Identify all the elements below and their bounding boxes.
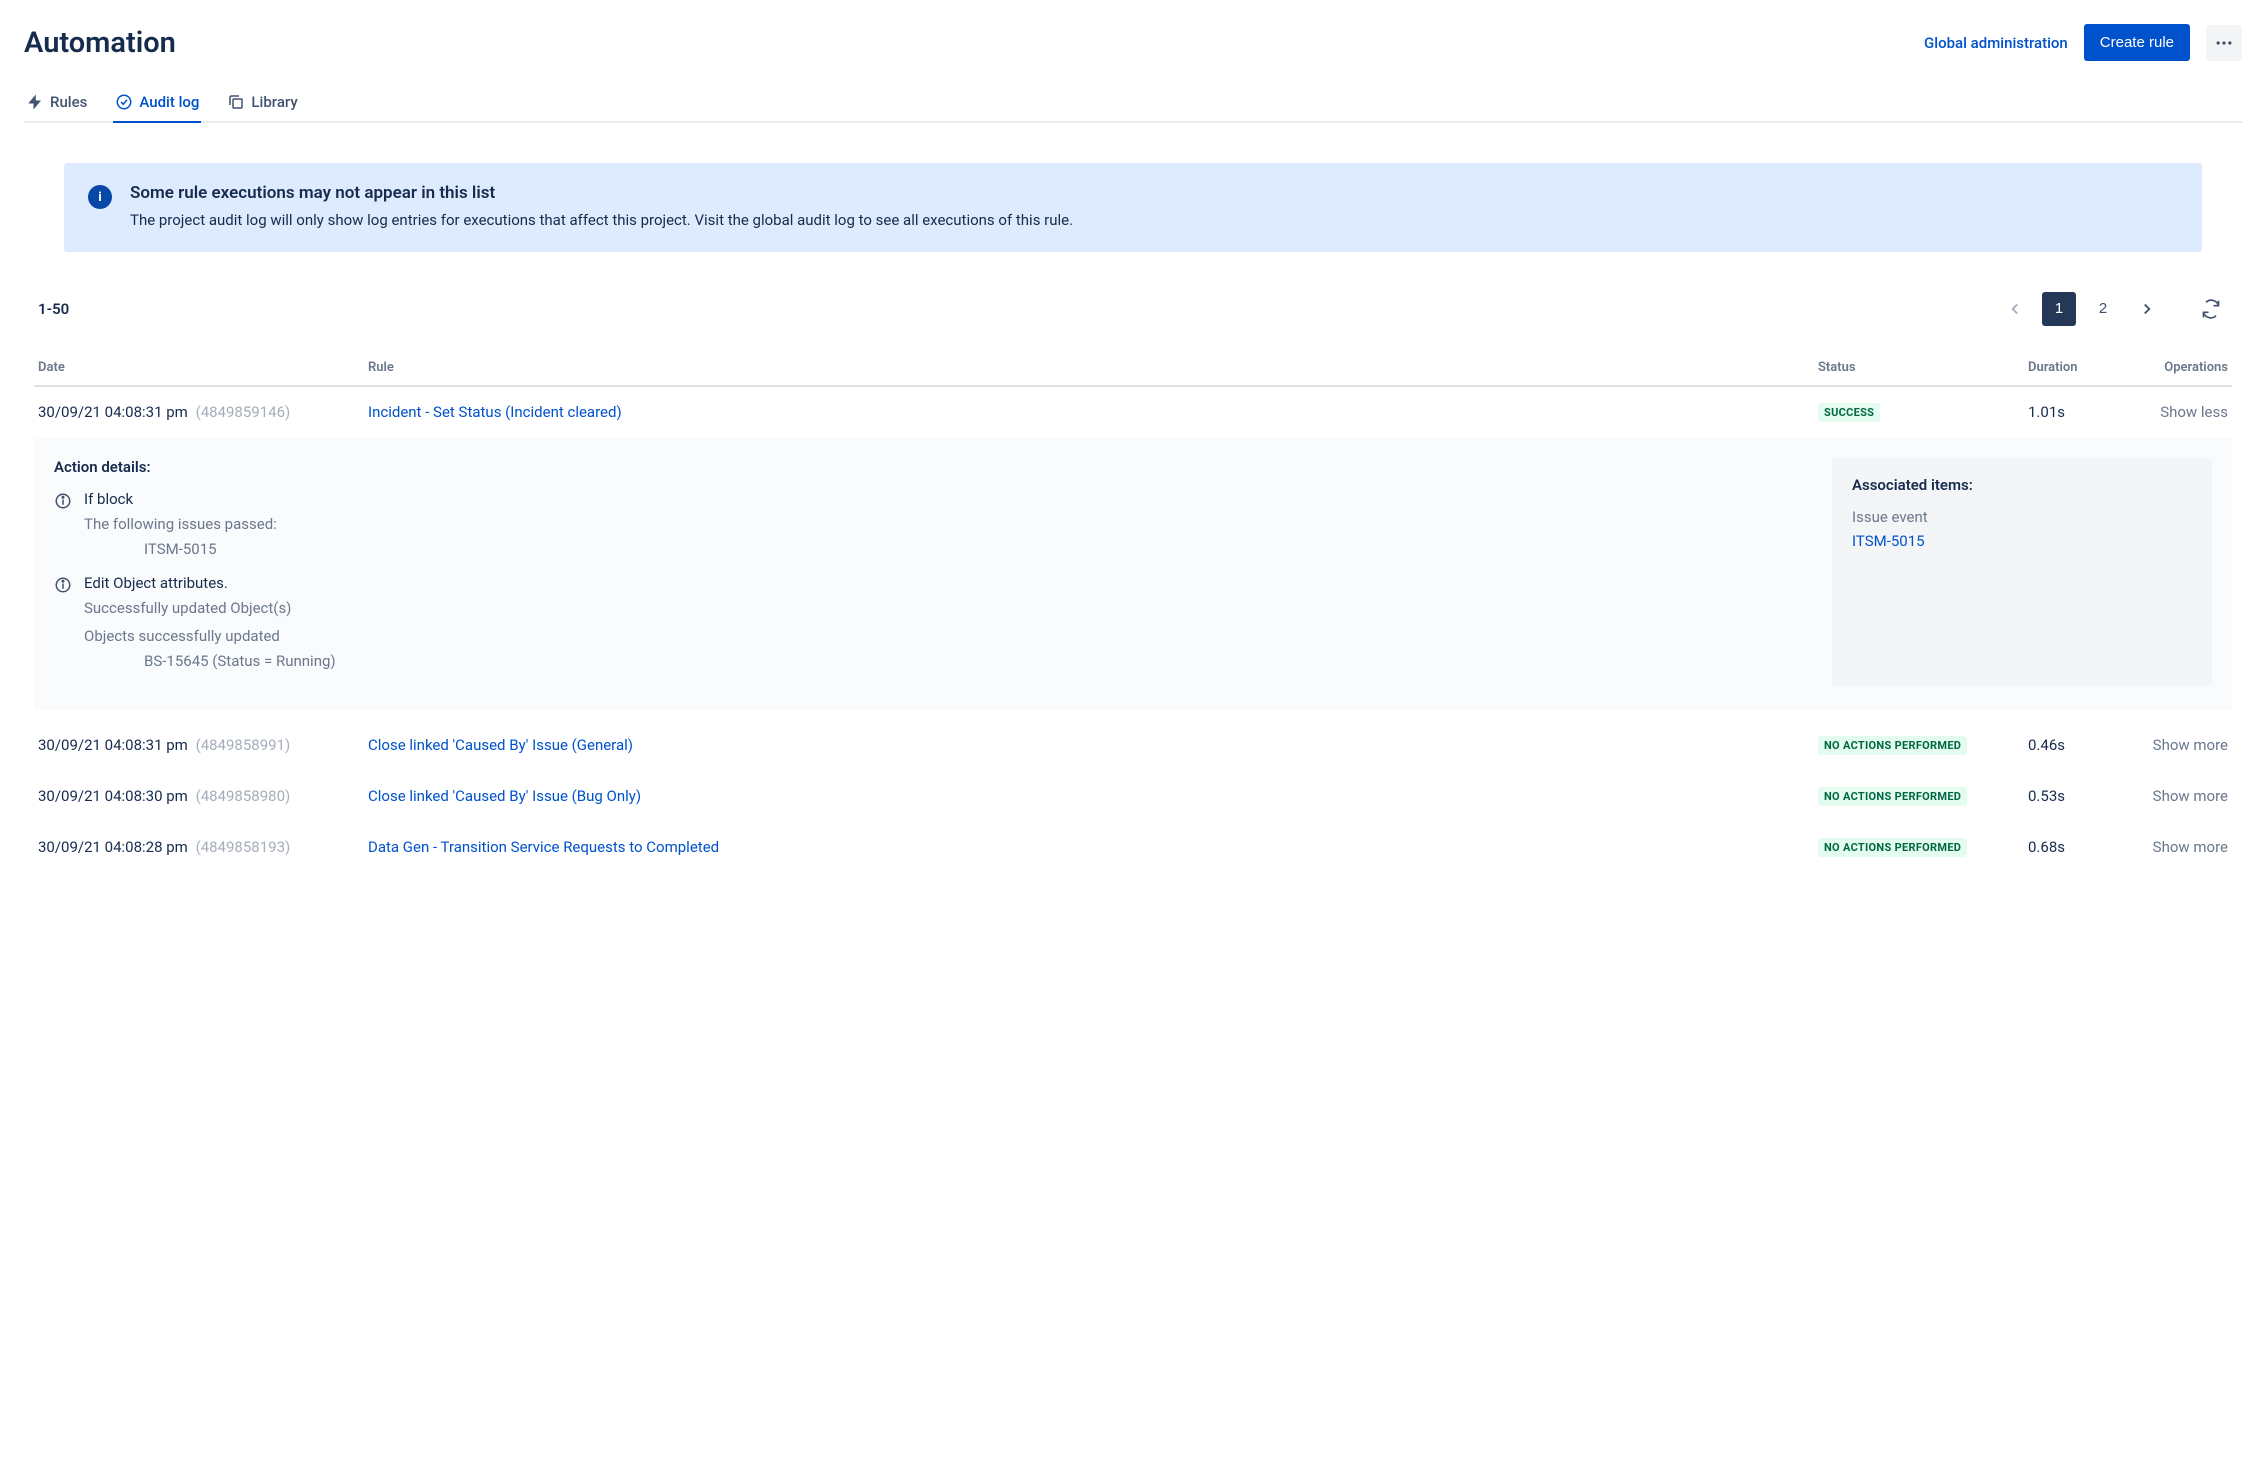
info-outline-icon — [54, 492, 72, 510]
row-date: 30/09/21 04:08:31 pm — [38, 403, 188, 421]
row-duration: 0.68s — [2028, 838, 2118, 856]
row-exec-id: (4849858193) — [196, 838, 291, 856]
row-duration: 0.53s — [2028, 787, 2118, 805]
tab-label: Audit log — [139, 93, 199, 111]
row-rule-link[interactable]: Data Gen - Transition Service Requests t… — [368, 838, 719, 856]
chevron-left-icon — [2006, 300, 2024, 318]
show-less-toggle[interactable]: Show less — [2118, 403, 2228, 421]
action-item: Edit Object attributes. Successfully upd… — [54, 574, 1808, 670]
status-badge: NO ACTIONS PERFORMED — [1818, 838, 1967, 857]
global-admin-link[interactable]: Global administration — [1924, 34, 2068, 52]
table-row: 30/09/21 04:08:28 pm (4849858193) Data G… — [34, 822, 2232, 873]
page-range: 1-50 — [38, 300, 69, 318]
col-header-duration: Duration — [2028, 360, 2118, 375]
action-title: If block — [84, 490, 1808, 508]
copy-icon — [227, 93, 245, 111]
col-header-rule: Rule — [368, 360, 1818, 375]
more-horizontal-icon — [2214, 33, 2234, 53]
row-date: 30/09/21 04:08:30 pm — [38, 787, 188, 805]
table-row: 30/09/21 04:08:30 pm (4849858980) Close … — [34, 771, 2232, 822]
show-more-toggle[interactable]: Show more — [2118, 787, 2228, 805]
show-more-toggle[interactable]: Show more — [2118, 736, 2228, 754]
row-date: 30/09/21 04:08:28 pm — [38, 838, 188, 856]
tabs: Rules Audit log Library — [24, 85, 2242, 123]
status-badge: SUCCESS — [1818, 403, 1880, 422]
page-1-button[interactable]: 1 — [2042, 292, 2076, 326]
associated-heading: Associated items: — [1852, 476, 2192, 494]
action-item: If block The following issues passed: IT… — [54, 490, 1808, 558]
row-exec-id: (4849858991) — [196, 736, 291, 754]
row-exec-id: (4849859146) — [196, 403, 291, 421]
info-outline-icon — [54, 576, 72, 594]
more-actions-button[interactable] — [2206, 25, 2242, 61]
details-panel: Action details: If block The following i… — [34, 438, 2232, 710]
tab-rules[interactable]: Rules — [24, 85, 89, 123]
prev-page-button[interactable] — [1998, 292, 2032, 326]
tab-label: Library — [251, 93, 297, 111]
banner-title: Some rule executions may not appear in t… — [130, 183, 2178, 203]
table-row: 30/09/21 04:08:31 pm (4849858991) Close … — [34, 720, 2232, 771]
row-date: 30/09/21 04:08:31 pm — [38, 736, 188, 754]
col-header-date: Date — [38, 360, 368, 375]
action-line: The following issues passed: — [84, 512, 1808, 536]
chevron-right-icon — [2138, 300, 2156, 318]
col-header-operations: Operations — [2118, 360, 2228, 375]
status-badge: NO ACTIONS PERFORMED — [1818, 787, 1967, 806]
table-header: Date Rule Status Duration Operations — [34, 350, 2232, 387]
bolt-icon — [26, 93, 44, 111]
row-duration: 1.01s — [2028, 403, 2118, 421]
associated-link[interactable]: ITSM-5015 — [1852, 532, 1925, 550]
action-indent: ITSM-5015 — [84, 540, 1808, 558]
row-rule-link[interactable]: Close linked 'Caused By' Issue (General) — [368, 736, 633, 754]
refresh-button[interactable] — [2194, 292, 2228, 326]
next-page-button[interactable] — [2130, 292, 2164, 326]
row-exec-id: (4849858980) — [196, 787, 291, 805]
page-title: Automation — [24, 26, 176, 60]
action-indent: BS-15645 (Status = Running) — [84, 652, 1808, 670]
action-line: Successfully updated Object(s) — [84, 596, 1808, 620]
tab-audit-log[interactable]: Audit log — [113, 85, 201, 123]
action-title: Edit Object attributes. — [84, 574, 1808, 592]
table-row: 30/09/21 04:08:31 pm (4849859146) Incide… — [34, 387, 2232, 438]
status-badge: NO ACTIONS PERFORMED — [1818, 736, 1967, 755]
action-line: Objects successfully updated — [84, 624, 1808, 648]
col-header-status: Status — [1818, 360, 2028, 375]
associated-label: Issue event — [1852, 508, 2192, 526]
row-rule-link[interactable]: Incident - Set Status (Incident cleared) — [368, 403, 622, 421]
page-2-button[interactable]: 2 — [2086, 292, 2120, 326]
row-duration: 0.46s — [2028, 736, 2118, 754]
action-details-heading: Action details: — [54, 458, 1808, 476]
refresh-icon — [2201, 299, 2221, 319]
check-circle-icon — [115, 93, 133, 111]
info-icon: i — [88, 185, 112, 209]
row-rule-link[interactable]: Close linked 'Caused By' Issue (Bug Only… — [368, 787, 641, 805]
show-more-toggle[interactable]: Show more — [2118, 838, 2228, 856]
pagination: 1 2 — [1998, 292, 2228, 326]
banner-body: The project audit log will only show log… — [130, 209, 2178, 232]
create-rule-button[interactable]: Create rule — [2084, 24, 2190, 61]
tab-library[interactable]: Library — [225, 85, 299, 123]
tab-label: Rules — [50, 93, 87, 111]
info-banner: i Some rule executions may not appear in… — [64, 163, 2202, 252]
